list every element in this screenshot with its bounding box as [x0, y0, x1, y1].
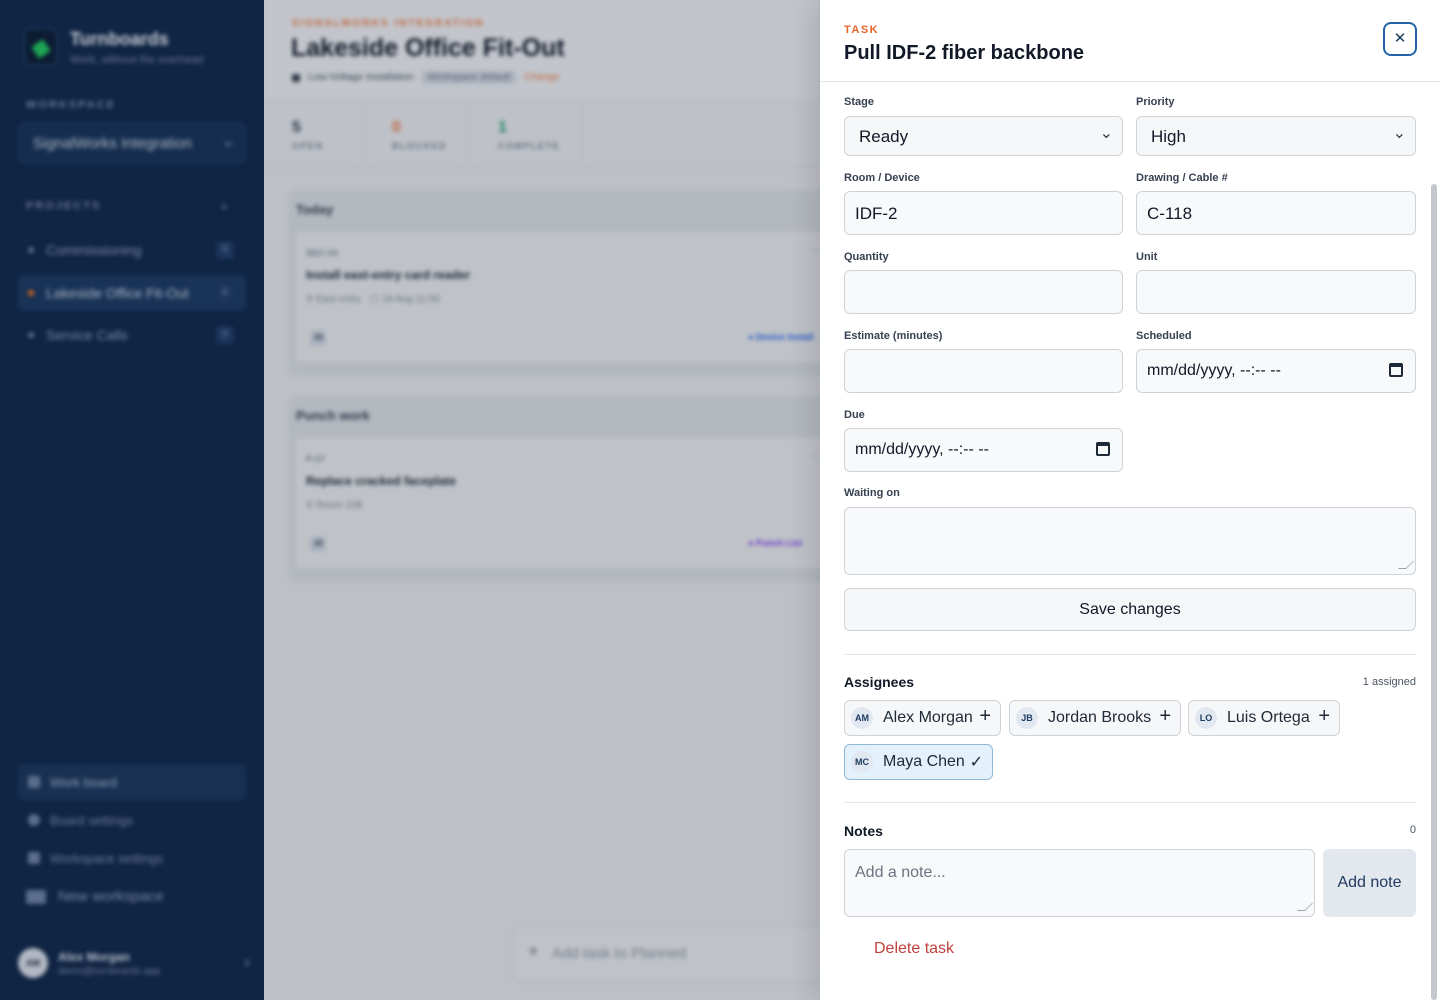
check-icon: ✓ [969, 754, 983, 771]
resize-handle-icon[interactable] [1297, 903, 1313, 911]
save-button[interactable]: Save changes [844, 588, 1416, 631]
assignee-name: Luis Ortega [1227, 709, 1310, 726]
quantity-input[interactable] [844, 270, 1123, 314]
waiting-label: Waiting on [844, 487, 900, 499]
scheduled-label: Scheduled [1136, 330, 1192, 342]
scheduled-input[interactable]: mm/dd/yyyy, --:-- -- [1136, 349, 1416, 393]
plus-icon: + [979, 705, 991, 727]
note-input[interactable]: Add a note... [844, 849, 1315, 917]
assignee-name: Jordan Brooks [1048, 709, 1152, 726]
avatar: MC [851, 751, 873, 773]
assignee-chip-jordan-brooks[interactable]: JB Jordan Brooks + [1009, 700, 1181, 736]
scheduled-value: mm/dd/yyyy, --:-- -- [1147, 362, 1281, 379]
task-drawer: TASK Pull IDF-2 fiber backbone ✕ Stage R… [820, 0, 1440, 1000]
estimate-input[interactable] [844, 349, 1123, 393]
estimate-label: Estimate (minutes) [844, 330, 943, 342]
stage-select[interactable]: Ready [844, 116, 1123, 156]
avatar: AM [851, 707, 873, 729]
close-icon: ✕ [1393, 30, 1407, 47]
assignee-chip-luis-ortega[interactable]: LO Luis Ortega + [1188, 700, 1340, 736]
waiting-on-textarea[interactable] [844, 507, 1416, 575]
add-note-button[interactable]: Add note [1323, 849, 1416, 917]
calendar-icon[interactable] [1096, 442, 1110, 456]
divider [844, 802, 1416, 803]
notes-title: Notes [844, 823, 883, 839]
unit-label: Unit [1136, 251, 1158, 263]
due-value: mm/dd/yyyy, --:-- -- [855, 441, 989, 458]
notes-count: 0 [1409, 824, 1416, 836]
drawer-header: TASK Pull IDF-2 fiber backbone ✕ [820, 0, 1440, 82]
task-title: Pull IDF-2 fiber backbone [844, 42, 1085, 64]
delete-task-button[interactable]: Delete task [874, 940, 954, 958]
assignees-title: Assignees [844, 674, 915, 690]
close-button[interactable]: ✕ [1383, 22, 1417, 56]
plus-icon: + [1159, 705, 1171, 727]
room-label: Room / Device [844, 172, 920, 184]
avatar: LO [1195, 707, 1217, 729]
resize-handle-icon[interactable] [1398, 561, 1414, 569]
assignee-chip-alex-morgan[interactable]: AM Alex Morgan + [844, 700, 1001, 736]
due-input[interactable]: mm/dd/yyyy, --:-- -- [844, 428, 1123, 472]
divider [844, 654, 1416, 655]
priority-select[interactable]: High [1136, 116, 1416, 156]
assignee-name: Alex Morgan [883, 709, 973, 726]
drawing-label: Drawing / Cable # [1136, 172, 1228, 184]
drawer-eyebrow: TASK [844, 24, 880, 36]
calendar-icon[interactable] [1389, 363, 1403, 377]
assignee-name: Maya Chen [883, 753, 965, 770]
assignee-chip-maya-chen[interactable]: MC Maya Chen ✓ [844, 744, 993, 780]
scrollbar[interactable] [1431, 184, 1437, 1000]
avatar: JB [1016, 707, 1038, 729]
modal-backdrop[interactable] [0, 0, 820, 1000]
note-placeholder: Add a note... [855, 864, 946, 881]
room-input[interactable]: IDF-2 [844, 191, 1123, 235]
assignees-count: 1 assigned [1362, 676, 1416, 688]
stage-label: Stage [844, 96, 874, 108]
unit-input[interactable] [1136, 270, 1416, 314]
quantity-label: Quantity [844, 251, 889, 263]
due-label: Due [844, 409, 865, 421]
priority-label: Priority [1136, 96, 1175, 108]
drawing-input[interactable]: C-118 [1136, 191, 1416, 235]
plus-icon: + [1318, 705, 1330, 727]
